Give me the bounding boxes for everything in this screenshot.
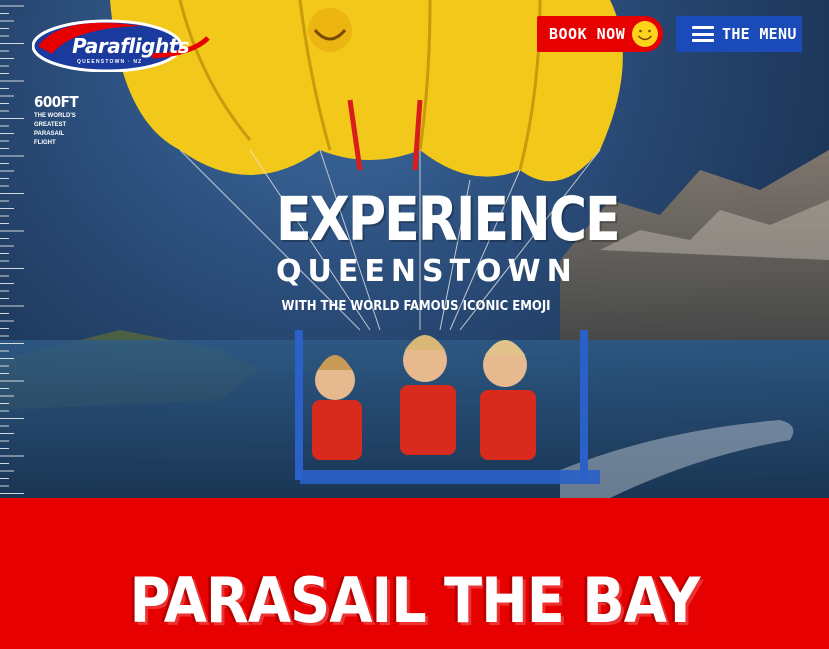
book-now-button[interactable]: BOOK NOW (537, 16, 663, 52)
book-now-label: BOOK NOW (549, 25, 626, 43)
smiley-face-icon (630, 19, 660, 49)
menu-button[interactable]: THE MENU (676, 16, 802, 52)
altitude-ruler (0, 5, 24, 494)
hero-subheadline: QUEENSTOWN (276, 254, 578, 289)
altitude-indicator: 600FT THE WORLD'S GREATEST PARASAIL FLIG… (34, 92, 84, 148)
hero-banner: Paraflights QUEENSTOWN · NZ 600FT THE WO… (0, 0, 829, 498)
menu-label: THE MENU (722, 25, 797, 43)
hero-headline: EXPERIENCE (276, 183, 621, 255)
altitude-value: 600FT (34, 93, 79, 111)
brand-name: Paraflights (72, 34, 190, 58)
section-title: PARASAIL THE BAY (129, 564, 701, 637)
hamburger-icon (692, 26, 714, 42)
brand-tagline: QUEENSTOWN · NZ (77, 59, 143, 65)
altitude-description: THE WORLD'S GREATEST PARASAIL FLIGHT (34, 113, 76, 146)
hero-tagline: WITH THE WORLD FAMOUS ICONIC EMOJI (281, 299, 551, 314)
